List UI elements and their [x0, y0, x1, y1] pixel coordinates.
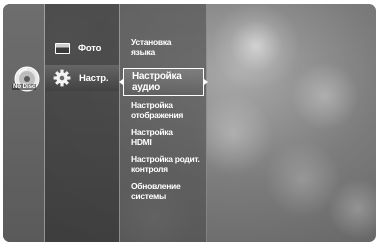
- submenu-item-label-line2: языка: [131, 47, 155, 57]
- submenu-item-label-line1: Настройка: [131, 100, 173, 110]
- submenu-item-label-line2: системы: [131, 191, 166, 201]
- menu-item-setup[interactable]: Настр.: [45, 65, 119, 91]
- submenu-item-audio-selected[interactable]: Настройка аудио: [119, 68, 208, 96]
- photo-icon: [55, 43, 70, 54]
- submenu-item-label: Настройка аудио: [132, 71, 182, 93]
- submenu-item-language[interactable]: Установка языка: [131, 37, 172, 57]
- submenu-item-update[interactable]: Обновление системы: [131, 181, 181, 201]
- submenu-item-label-line2: HDMI: [131, 137, 152, 147]
- submenu-item-parental[interactable]: Настройка родит. контроля: [131, 154, 200, 174]
- submenu-item-label-line1: Обновление: [131, 181, 181, 191]
- submenu-column: Установка языка Настройка отображения На…: [120, 4, 207, 242]
- menu-screen: No Disc Фото Настр. Установка языка Наст…: [3, 4, 376, 242]
- submenu-item-label-line1: Настройка: [131, 127, 173, 137]
- no-disc-label: No Disc: [12, 84, 37, 90]
- submenu-item-label-line2: контроля: [131, 164, 168, 174]
- arrow-right-icon: [204, 79, 208, 85]
- main-menu-column: Фото Настр.: [45, 4, 120, 242]
- submenu-item-label-line1: Настройка родит.: [131, 154, 200, 164]
- submenu-item-label-line1: Установка: [131, 37, 172, 47]
- menu-item-photo[interactable]: Фото: [55, 43, 101, 54]
- arrow-left-icon: [119, 79, 123, 85]
- submenu-item-hdmi[interactable]: Настройка HDMI: [131, 127, 173, 147]
- menu-item-label: Настр.: [79, 72, 109, 84]
- submenu-item-label-line2: отображения: [131, 110, 184, 120]
- submenu-item-label-line2: аудио: [132, 82, 160, 93]
- menu-item-label: Фото: [78, 43, 102, 54]
- submenu-item-display[interactable]: Настройка отображения: [131, 100, 183, 120]
- submenu-item-label-line1: Настройка: [132, 71, 182, 82]
- left-column: No Disc: [3, 4, 45, 242]
- gear-icon: [53, 69, 71, 87]
